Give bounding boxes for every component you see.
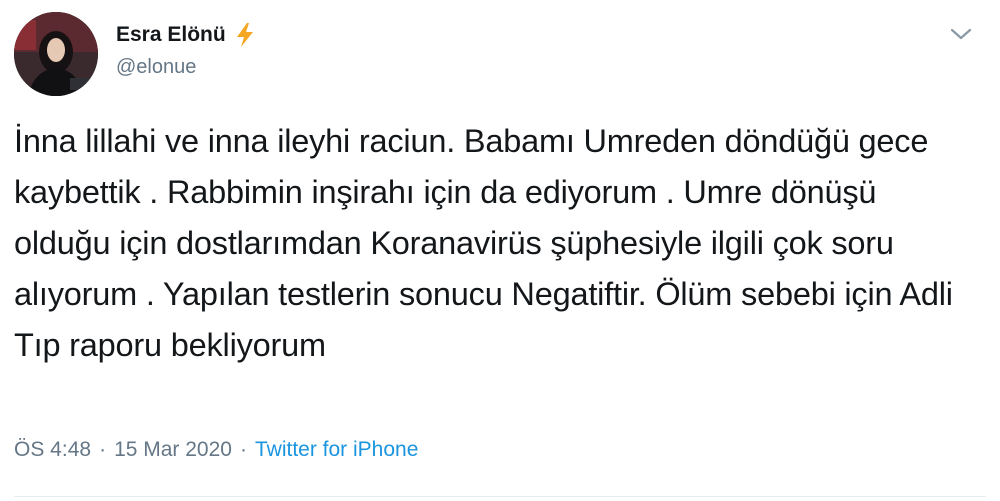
- name-row: Esra Elönü: [116, 22, 256, 48]
- tweet-time[interactable]: ÖS 4:48: [14, 438, 91, 462]
- meta-separator: ·: [239, 438, 247, 461]
- meta-separator: ·: [99, 438, 107, 461]
- avatar[interactable]: [14, 12, 98, 96]
- divider: [14, 496, 986, 497]
- chevron-down-icon[interactable]: [948, 24, 974, 44]
- tweet-source-link[interactable]: Twitter for iPhone: [255, 438, 418, 462]
- user-handle[interactable]: @elonue: [116, 56, 196, 79]
- tweet-date[interactable]: 15 Mar 2020: [114, 438, 232, 462]
- profile-photo-avatar: [14, 12, 98, 96]
- lightning-bolt-icon: [234, 22, 256, 48]
- display-name[interactable]: Esra Elönü: [116, 23, 226, 47]
- tweet-card: Esra Elönü @elonue İnna lillahi ve inna …: [0, 0, 1000, 501]
- tweet-text: İnna lillahi ve inna ileyhi raciun. Baba…: [14, 123, 953, 363]
- tweet-meta: ÖS 4:48 · 15 Mar 2020 · Twitter for iPho…: [14, 438, 418, 462]
